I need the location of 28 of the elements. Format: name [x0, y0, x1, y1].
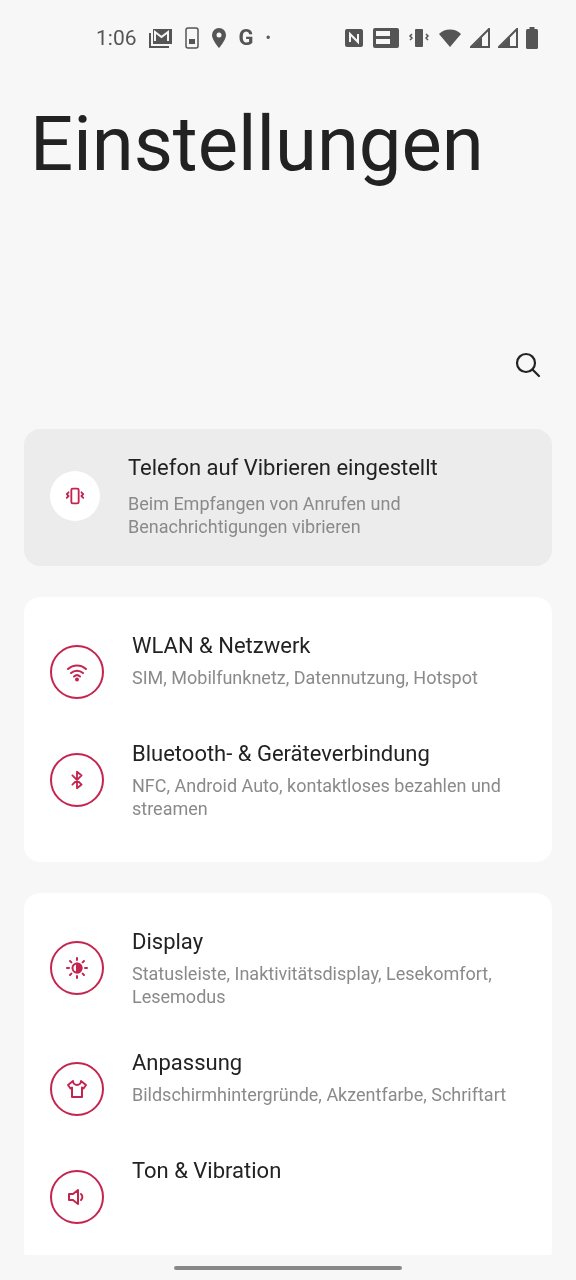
brightness-icon	[65, 955, 89, 980]
setting-subtitle: SIM, Mobilfunknetz, Datennutzung, Hotspot	[132, 665, 478, 689]
setting-subtitle: NFC, Android Auto, kontaktloses bezahlen und streamen	[132, 773, 502, 820]
suggestion-subtitle: Beim Empfangen von Anrufen und Benachrichtigungen vibrieren	[128, 491, 402, 538]
sim-card-icon	[184, 26, 199, 49]
suggestion-card[interactable]: Telefon auf Vibrieren eingestellt Beim Empfangen von Anrufen und Benachrichtigungen vibrieren	[24, 428, 552, 566]
setting-title[interactable]: WLAN & Netzwerk	[132, 632, 478, 658]
location-pin-icon	[210, 26, 227, 49]
search-icon[interactable]	[514, 350, 542, 379]
mail-icon	[148, 27, 173, 48]
setting-title[interactable]: Ton & Vibration	[132, 1157, 282, 1183]
wifi-signal-icon	[438, 27, 462, 48]
gesture-handle[interactable]	[174, 1265, 402, 1270]
google-app-indicator: G	[238, 25, 254, 50]
more-notifications-dot: •	[265, 28, 271, 47]
cell-signal-icon	[470, 27, 490, 48]
page-title: Einstellungen	[30, 103, 485, 187]
suggestion-title: Telefon auf Vibrieren eingestellt	[128, 454, 439, 480]
setting-title[interactable]: Bluetooth- & Geräteverbindung	[132, 740, 518, 766]
setting-title[interactable]: Anpassung	[132, 1049, 507, 1075]
nfc-icon	[344, 27, 364, 48]
vibrate-icon	[408, 26, 430, 49]
setting-subtitle: Bildschirmhintergründe, Akzentfarbe, Schriftart	[132, 1082, 507, 1106]
clock: 1:06	[96, 25, 137, 50]
battery-icon	[526, 26, 538, 49]
setting-title[interactable]: Display	[132, 928, 518, 954]
cell-signal-icon	[498, 27, 518, 48]
setting-subtitle: Statusleiste, Inaktivitätsdisplay, Lesekomfort, Lesemodus	[132, 961, 493, 1008]
